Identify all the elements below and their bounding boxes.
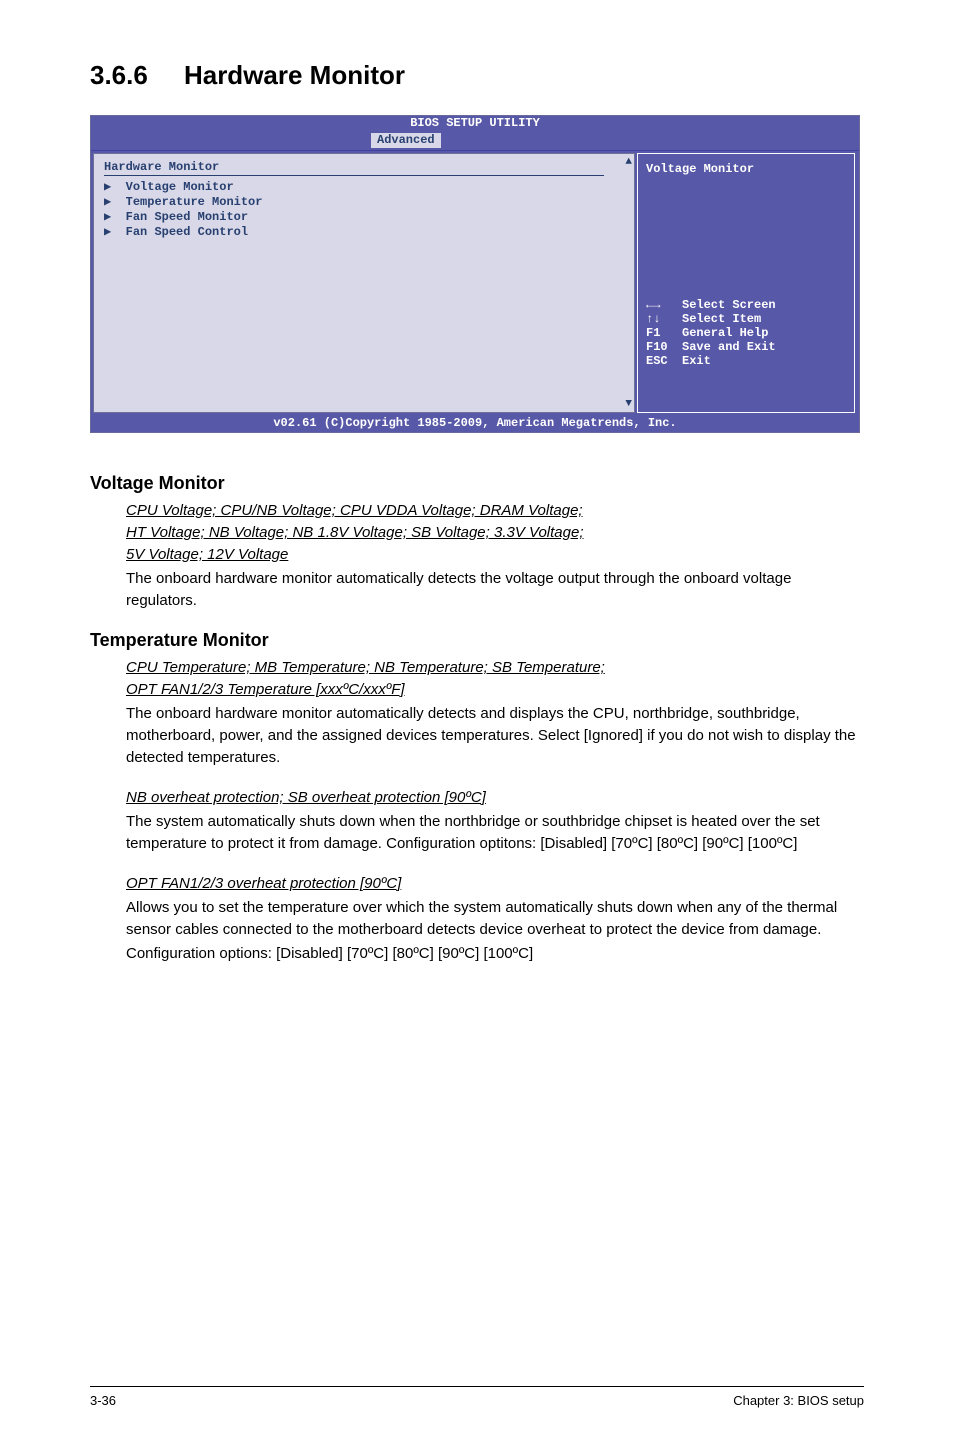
bios-nav-row: ←→Select Screen: [646, 298, 846, 312]
bios-menu-label: Voltage Monitor: [126, 180, 234, 194]
bios-tab-advanced[interactable]: Advanced: [371, 133, 441, 148]
bios-nav-key: ESC: [646, 354, 682, 368]
voltage-monitor-link: 5V Voltage; 12V Voltage: [126, 544, 864, 566]
bios-panel-separator: [104, 175, 604, 176]
temp-sub2-block: NB overheat protection; SB overheat prot…: [90, 787, 864, 855]
bios-menu-item[interactable]: ▶ Fan Speed Control: [104, 225, 624, 240]
bios-nav-row: ESCExit: [646, 354, 846, 368]
bios-nav-label: Select Item: [682, 312, 761, 326]
bios-nav-label: Save and Exit: [682, 340, 776, 354]
bios-right-panel: Voltage Monitor ←→Select Screen ↑↓Select…: [637, 153, 855, 413]
section-heading: 3.6.6 Hardware Monitor: [90, 60, 864, 91]
bios-nav-key: ←→: [646, 298, 682, 312]
bios-nav-label: Select Screen: [682, 298, 776, 312]
chapter-label: Chapter 3: BIOS setup: [733, 1393, 864, 1408]
bios-titlebar: BIOS SETUP UTILITY: [91, 116, 859, 134]
scroll-up-icon: ▲: [625, 156, 632, 168]
bios-nav-key: ↑↓: [646, 312, 682, 326]
bios-body: ▲ Hardware Monitor ▶ Voltage Monitor ▶ T…: [91, 150, 859, 415]
section-title-text: Hardware Monitor: [184, 60, 405, 90]
bios-footer: v02.61 (C)Copyright 1985-2009, American …: [91, 415, 859, 432]
voltage-monitor-heading: Voltage Monitor: [90, 473, 864, 494]
bios-panel: BIOS SETUP UTILITY Advanced ▲ Hardware M…: [90, 115, 860, 433]
bios-nav-key: F1: [646, 326, 682, 340]
temp-sub3-body2: Configuration options: [Disabled] [70ºC]…: [126, 943, 864, 965]
bios-menu-item[interactable]: ▶ Fan Speed Monitor: [104, 210, 624, 225]
voltage-monitor-body: The onboard hardware monitor automatical…: [126, 568, 864, 612]
bios-tabbar: Advanced: [91, 134, 859, 150]
voltage-monitor-block: CPU Voltage; CPU/NB Voltage; CPU VDDA Vo…: [90, 500, 864, 612]
voltage-monitor-link: HT Voltage; NB Voltage; NB 1.8V Voltage;…: [126, 522, 864, 544]
page-number: 3-36: [90, 1393, 116, 1408]
temp-sub1-body: The onboard hardware monitor automatical…: [126, 703, 864, 769]
temp-sub3-block: OPT FAN1/2/3 overheat protection [90ºC] …: [90, 873, 864, 965]
bios-menu-label: Temperature Monitor: [126, 195, 263, 209]
temp-sub3-body: Allows you to set the temperature over w…: [126, 897, 864, 941]
section-number: 3.6.6: [90, 60, 148, 90]
bios-nav-row: F1General Help: [646, 326, 846, 340]
bios-title: BIOS SETUP UTILITY: [410, 116, 540, 130]
bios-menu-label: Fan Speed Monitor: [126, 210, 248, 224]
bios-menu-item[interactable]: ▶ Voltage Monitor: [104, 180, 624, 195]
bios-nav-label: General Help: [682, 326, 768, 340]
bios-left-panel: ▲ Hardware Monitor ▶ Voltage Monitor ▶ T…: [93, 153, 635, 413]
bios-nav-row: F10Save and Exit: [646, 340, 846, 354]
temp-sub3-link: OPT FAN1/2/3 overheat protection [90ºC]: [126, 873, 864, 895]
voltage-monitor-link: CPU Voltage; CPU/NB Voltage; CPU VDDA Vo…: [126, 500, 864, 522]
bios-nav-keys: ←→Select Screen ↑↓Select Item F1General …: [646, 298, 846, 368]
temp-sub1-link: OPT FAN1/2/3 Temperature [xxxºC/xxxºF]: [126, 679, 864, 701]
temp-sub1-block: CPU Temperature; MB Temperature; NB Temp…: [90, 657, 864, 769]
temp-sub2-link: NB overheat protection; SB overheat prot…: [126, 787, 864, 809]
temp-sub2-body: The system automatically shuts down when…: [126, 811, 864, 855]
temperature-monitor-heading: Temperature Monitor: [90, 630, 864, 651]
bios-nav-label: Exit: [682, 354, 711, 368]
page-footer: 3-36 Chapter 3: BIOS setup: [90, 1386, 864, 1408]
bios-nav-key: F10: [646, 340, 682, 354]
bios-panel-header: Hardware Monitor: [104, 160, 624, 174]
bios-help-text: Voltage Monitor: [646, 162, 846, 176]
bios-menu-item[interactable]: ▶ Temperature Monitor: [104, 195, 624, 210]
scroll-down-icon: ▼: [625, 398, 632, 410]
bios-nav-row: ↑↓Select Item: [646, 312, 846, 326]
bios-menu-label: Fan Speed Control: [126, 225, 248, 239]
temp-sub1-link: CPU Temperature; MB Temperature; NB Temp…: [126, 657, 864, 679]
